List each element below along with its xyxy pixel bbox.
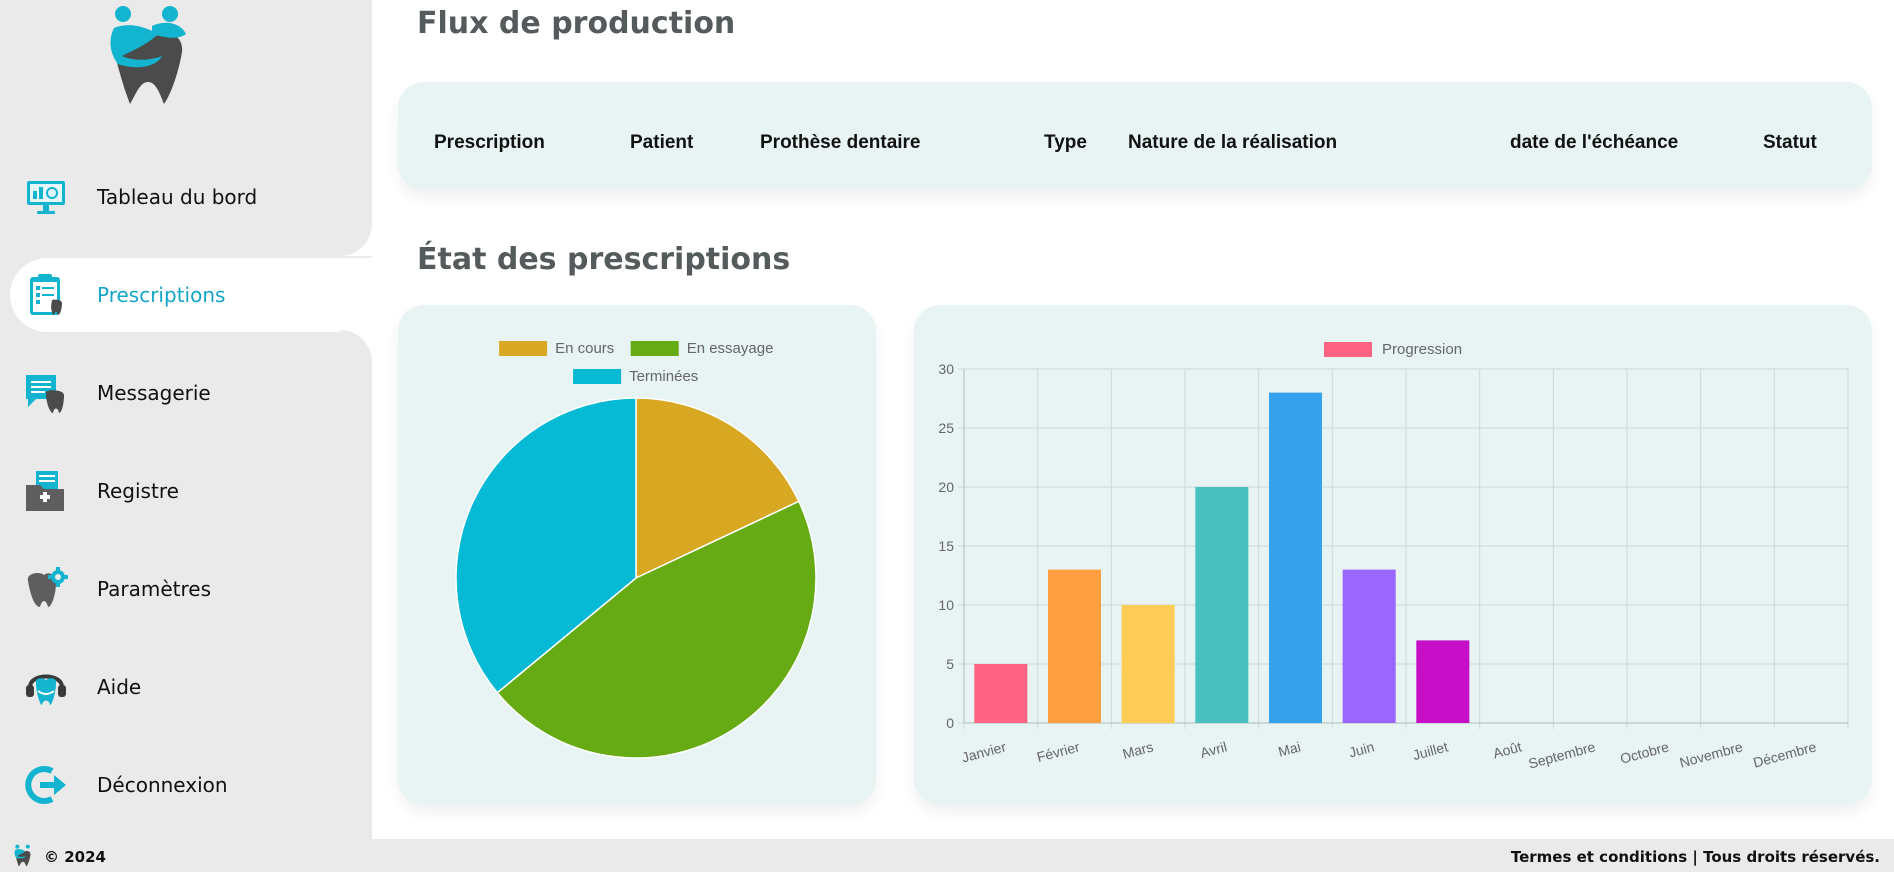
bar	[1121, 605, 1175, 723]
sidebar: Tableau du bord Prescriptions Messagerie…	[0, 0, 372, 839]
x-tick-label: Novembre	[1678, 738, 1745, 770]
column-header-nature[interactable]: Nature de la réalisation	[1128, 132, 1337, 154]
bar	[1416, 640, 1470, 723]
sidebar-item-label: Messagerie	[97, 381, 211, 405]
legend-swatch	[1324, 342, 1372, 357]
y-tick-label: 0	[946, 715, 954, 731]
page-title: Flux de production	[417, 6, 736, 41]
sidebar-corner	[340, 330, 372, 362]
prescription-clipboard-icon	[30, 274, 62, 315]
dental-family-logo-icon	[110, 6, 186, 105]
medical-register-icon	[26, 471, 64, 511]
column-header-statut[interactable]: Statut	[1763, 132, 1817, 154]
x-tick-label: Juillet	[1411, 738, 1450, 763]
app: Tableau du bord Prescriptions Messagerie…	[0, 0, 1894, 872]
legend-swatch	[573, 369, 622, 384]
x-tick-label: Juin	[1347, 738, 1376, 760]
sidebar-item-tableau-du-bord[interactable]: Tableau du bord	[0, 160, 372, 234]
bar	[1195, 487, 1249, 723]
footer: © 2024 Termes et conditions | Tous droit…	[0, 839, 1894, 872]
tooth-gear-icon	[27, 567, 68, 607]
bar	[1342, 569, 1396, 723]
sidebar-item-label: Registre	[97, 479, 179, 503]
y-tick-label: 5	[946, 656, 954, 672]
dental-family-logo-icon	[14, 844, 31, 867]
y-tick-label: 30	[938, 361, 954, 377]
bar-chart-card: Progression 0 5 10 15 20 25 30 Janvier Février Mar…	[914, 305, 1872, 805]
legend-swatch	[630, 341, 679, 356]
section-title: État des prescriptions	[417, 242, 791, 277]
column-header-patient[interactable]: Patient	[630, 132, 693, 154]
sidebar-item-label: Déconnexion	[97, 773, 228, 797]
legend-label: En cours	[555, 340, 614, 357]
bar	[1047, 569, 1102, 723]
bar	[1268, 392, 1323, 723]
sidebar-item-label: Paramètres	[97, 577, 212, 601]
bar	[974, 664, 1028, 723]
column-header-echeance[interactable]: date de l'échéance	[1510, 132, 1678, 154]
sidebar-item-label: Tableau du bord	[97, 185, 258, 209]
x-tick-label: Août	[1491, 738, 1523, 761]
legend-label: Terminées	[629, 368, 698, 385]
x-tick-label: Décembre	[1751, 738, 1818, 770]
x-tick-label: Octobre	[1618, 738, 1670, 766]
x-tick-label: Février	[1035, 738, 1082, 765]
y-tick-label: 15	[938, 538, 954, 554]
y-tick-label: 10	[938, 597, 954, 613]
sidebar-item-messagerie[interactable]: Messagerie	[0, 356, 372, 430]
pie-chart-card: En cours En essayage Terminées	[398, 305, 876, 805]
sidebar-item-aide[interactable]: Aide	[0, 650, 372, 724]
production-table: Prescription Patient Prothèse dentaire T…	[398, 82, 1872, 190]
x-tick-label: Janvier	[960, 738, 1008, 765]
legend-label: En essayage	[687, 340, 774, 357]
column-header-prothese[interactable]: Prothèse dentaire	[760, 132, 921, 154]
copyright-text: © 2024	[44, 848, 106, 866]
sidebar-item-prescriptions[interactable]: Prescriptions	[10, 258, 372, 332]
sidebar-item-label: Aide	[97, 675, 142, 699]
sidebar-item-parametres[interactable]: Paramètres	[0, 552, 372, 626]
x-tick-label: Mars	[1121, 738, 1155, 762]
x-tick-label: Avril	[1198, 738, 1228, 760]
dashboard-monitor-icon	[27, 181, 65, 214]
column-header-prescription[interactable]: Prescription	[434, 132, 545, 154]
pie-chart: En cours En essayage Terminées	[455, 340, 817, 759]
x-tick-label: Septembre	[1527, 738, 1597, 771]
sidebar-item-registre[interactable]: Registre	[0, 454, 372, 528]
sidebar-item-label: Prescriptions	[97, 283, 226, 307]
x-tick-label: Mai	[1276, 738, 1302, 759]
terms-link[interactable]: Termes et conditions | Tous droits réser…	[1511, 848, 1880, 866]
column-header-type[interactable]: Type	[1044, 132, 1087, 154]
logout-icon	[25, 766, 66, 804]
legend-label: Progression	[1382, 341, 1462, 358]
y-tick-label: 25	[938, 420, 954, 436]
y-tick-label: 20	[938, 479, 954, 495]
legend-swatch	[499, 341, 548, 356]
bar-chart: Progression 0 5 10 15 20 25 30 Janvier Février Mar…	[938, 341, 1849, 772]
headset-tooth-icon	[26, 674, 66, 705]
message-tooth-icon	[26, 375, 64, 413]
sidebar-corner	[340, 224, 372, 256]
sidebar-item-deconnexion[interactable]: Déconnexion	[0, 748, 372, 822]
